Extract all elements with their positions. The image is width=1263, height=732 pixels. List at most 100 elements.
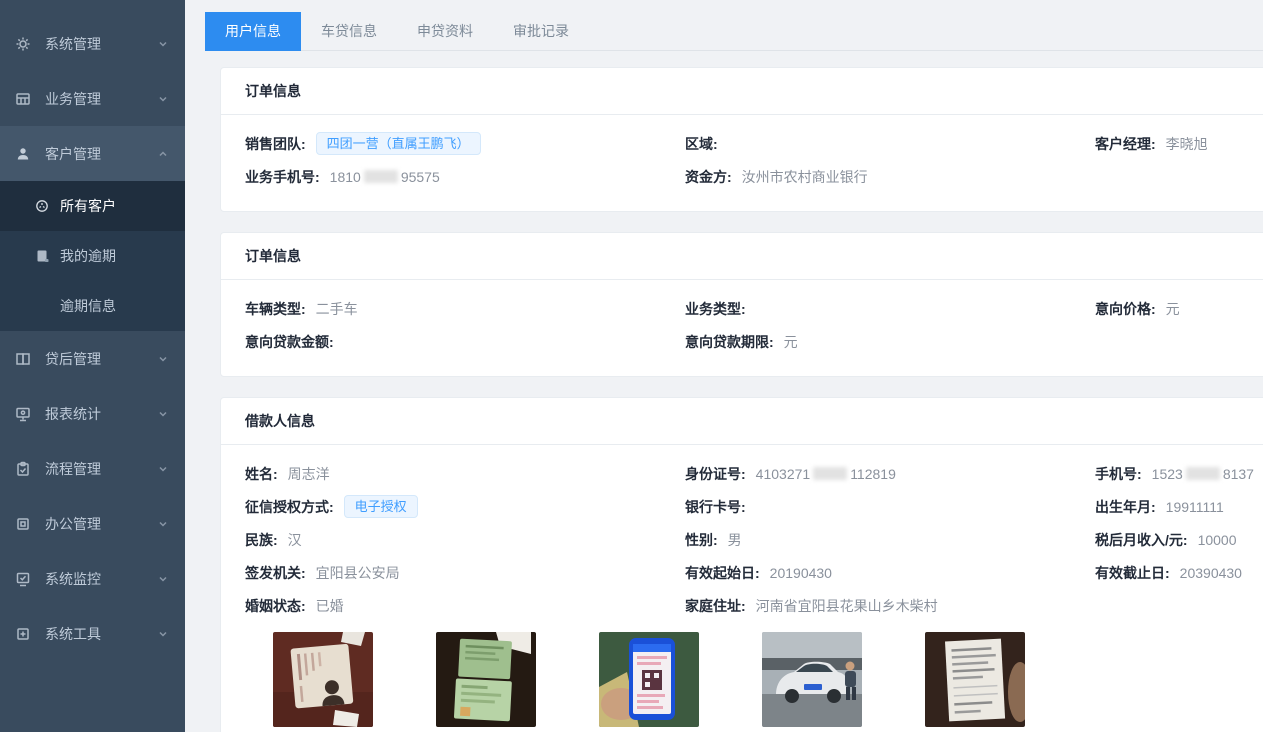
document-photos: 身份证 [273, 632, 1263, 732]
field-issuing-authority: 签发机关: 宜阳县公安局 [245, 563, 685, 583]
field-intent-price: 意向价格: 元 [1095, 299, 1263, 319]
field-monthly-income: 税后月收入/元: 10000 [1095, 530, 1263, 550]
photo-item: 其他资料 [925, 632, 1025, 732]
app-window: 系统管理 业务管理 客户管理 所有客户 [0, 0, 1263, 732]
sales-team-tag: 四团一营（直属王鹏飞） [316, 132, 481, 156]
borrower-info-card: 借款人信息 姓名: 周志洋 身份证号: 4103271112819 手机号: [220, 397, 1263, 732]
field-valid-to: 有效截止日: 20390430 [1095, 563, 1263, 583]
field-business-type: 业务类型: [685, 299, 1095, 319]
content: 订单信息 销售团队: 四团一营（直属王鹏飞） 区域: 客户经理: [185, 51, 1263, 732]
tab-bar: 用户信息 车贷信息 申贷资料 审批记录 [205, 12, 1263, 51]
photo-item: 绿本照片 [436, 632, 536, 732]
sidebar-item-all-customers[interactable]: 所有客户 [0, 181, 185, 231]
card-title: 订单信息 [221, 68, 1263, 115]
photo-id-card[interactable] [273, 632, 373, 727]
field-gender: 性别: 男 [685, 530, 1095, 550]
blurred-digits [364, 170, 398, 183]
field-label: 业务类型: [685, 299, 746, 319]
field-intent-loan-term: 意向贷款期限: 元 [685, 332, 1095, 352]
field-label: 意向贷款金额: [245, 332, 334, 352]
user-icon [14, 145, 32, 163]
field-account-manager: 客户经理: 李晓旭 [1095, 134, 1263, 154]
blurred-digits [813, 467, 847, 480]
field-home-address: 家庭住址: 河南省宜阳县花果山乡木柴村 [685, 596, 1095, 616]
sidebar-item-system-tools[interactable]: 系统工具 [0, 606, 185, 661]
photo-phone-qr[interactable] [599, 632, 699, 727]
sidebar-item-process-mgmt[interactable]: 流程管理 [0, 441, 185, 496]
field-credit-auth-method: 征信授权方式: 电子授权 [245, 495, 685, 519]
chevron-down-icon [157, 353, 169, 365]
plus-square-icon [14, 625, 32, 643]
field-vehicle-type: 车辆类型: 二手车 [245, 299, 685, 319]
all-customers-icon [34, 198, 50, 214]
chevron-up-icon [157, 148, 169, 160]
sidebar-item-business-mgmt[interactable]: 业务管理 [0, 71, 185, 126]
field-ethnicity: 民族: 汉 [245, 530, 685, 550]
photo-person-car[interactable] [762, 632, 862, 727]
order-info-card: 订单信息 销售团队: 四团一营（直属王鹏飞） 区域: 客户经理: [220, 67, 1263, 212]
field-value: 元 [784, 332, 798, 352]
sidebar-item-label: 客户管理 [45, 144, 101, 164]
chevron-down-icon [157, 408, 169, 420]
sidebar-item-system-monitor[interactable]: 系统监控 [0, 551, 185, 606]
field-birth-date: 出生年月: 19911111 [1095, 497, 1263, 517]
monitor-icon [14, 405, 32, 423]
chevron-down-icon [157, 93, 169, 105]
field-label: 区域: [685, 134, 718, 154]
field-bank-card: 银行卡号: [685, 497, 1095, 517]
sidebar-item-label: 系统工具 [45, 624, 101, 644]
sidebar-item-system-mgmt[interactable]: 系统管理 [0, 16, 185, 71]
photo-green-book[interactable] [436, 632, 536, 727]
sidebar-item-label: 报表统计 [45, 404, 101, 424]
tab-loan-application-docs[interactable]: 申贷资料 [397, 12, 493, 51]
field-label: 资金方: [685, 167, 732, 187]
sidebar-item-label: 流程管理 [45, 459, 101, 479]
sidebar-item-label: 我的逾期 [60, 246, 116, 266]
field-label: 意向贷款期限: [685, 332, 774, 352]
sidebar-item-label: 办公管理 [45, 514, 101, 534]
sidebar-item-postloan-mgmt[interactable]: 贷后管理 [0, 331, 185, 386]
sidebar-item-label: 系统监控 [45, 569, 101, 589]
sidebar-item-report-stats[interactable]: 报表统计 [0, 386, 185, 441]
sidebar: 系统管理 业务管理 客户管理 所有客户 [0, 0, 185, 732]
field-value: 181095575 [330, 169, 440, 185]
sidebar-item-label: 逾期信息 [60, 296, 116, 316]
field-funder: 资金方: 汝州市农村商业银行 [685, 167, 1095, 187]
square-icon [14, 515, 32, 533]
my-overdue-icon [34, 248, 50, 264]
card-title: 订单信息 [221, 233, 1263, 280]
monitor-check-icon [14, 570, 32, 588]
photo-item: 人车合影 [762, 632, 862, 732]
sidebar-item-office-mgmt[interactable]: 办公管理 [0, 496, 185, 551]
sidebar-item-label: 业务管理 [45, 89, 101, 109]
field-valid-from: 有效起始日: 20190430 [685, 563, 1095, 583]
tab-user-info[interactable]: 用户信息 [205, 12, 301, 51]
field-sales-team: 销售团队: 四团一营（直属王鹏飞） [245, 132, 685, 156]
sidebar-item-overdue-info[interactable]: 逾期信息 [0, 281, 185, 331]
chevron-down-icon [157, 463, 169, 475]
sidebar-item-label: 贷后管理 [45, 349, 101, 369]
field-intent-loan-amount: 意向贷款金额: [245, 332, 685, 352]
chevron-down-icon [157, 573, 169, 585]
field-label: 车辆类型: [245, 299, 306, 319]
photo-item: 征信授权 [599, 632, 699, 732]
sidebar-item-my-overdue[interactable]: 我的逾期 [0, 231, 185, 281]
sidebar-item-customer-mgmt[interactable]: 客户管理 [0, 126, 185, 181]
loan-intent-card: 订单信息 车辆类型: 二手车 业务类型: 意向价格: 元 [220, 232, 1263, 377]
chevron-down-icon [157, 518, 169, 530]
field-label: 意向价格: [1095, 299, 1156, 319]
tab-approval-records[interactable]: 审批记录 [493, 12, 589, 51]
tab-car-loan-info[interactable]: 车贷信息 [301, 12, 397, 51]
card-title: 借款人信息 [221, 398, 1263, 445]
chevron-down-icon [157, 628, 169, 640]
field-label: 客户经理: [1095, 134, 1156, 154]
credit-auth-tag: 电子授权 [344, 495, 418, 519]
main-area: 用户信息 车贷信息 申贷资料 审批记录 订单信息 销售团队: 四团一营（直属王鹏… [185, 0, 1263, 732]
photo-item: 身份证 [273, 632, 373, 732]
field-id-number: 身份证号: 4103271112819 [685, 464, 1095, 484]
sidebar-item-label: 所有客户 [60, 196, 116, 216]
chevron-down-icon [157, 38, 169, 50]
clipboard-icon [14, 460, 32, 478]
photo-document[interactable] [925, 632, 1025, 727]
field-name: 姓名: 周志洋 [245, 464, 685, 484]
